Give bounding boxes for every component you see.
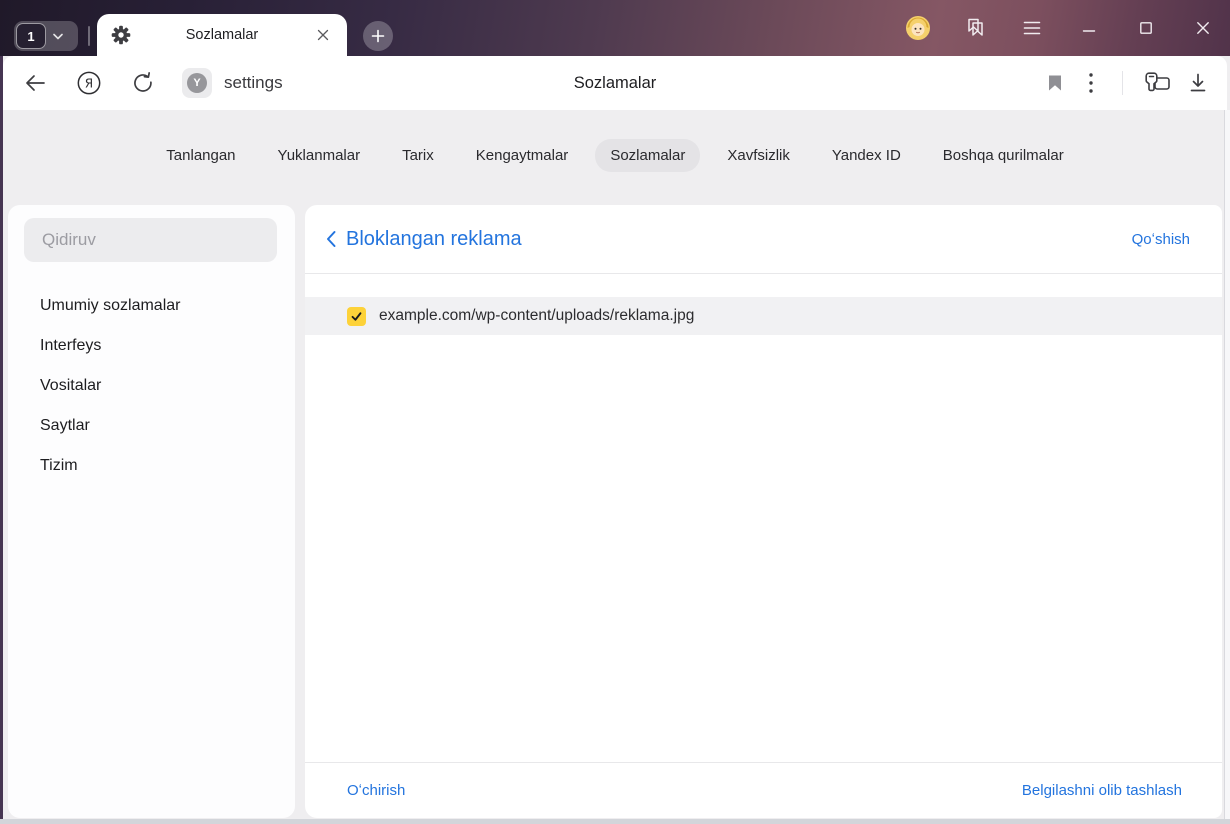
sidebar-item-tizim[interactable]: Tizim [8,446,295,486]
arrow-left-icon [26,75,45,91]
nav-tab-yandex-id[interactable]: Yandex ID [817,139,916,172]
content-header: Bloklangan reklama Qoʻshish [305,205,1222,273]
back-button[interactable] [22,70,48,96]
tab-count-badge: 1 [16,23,46,49]
blocked-ad-url: example.com/wp-content/uploads/reklama.j… [379,307,695,324]
maximize-button[interactable] [1133,15,1159,41]
toolbar-divider [1122,71,1123,95]
extensions-button[interactable] [1141,70,1175,96]
browser-tab-settings[interactable]: Sozlamalar [97,14,347,56]
collections-icon [968,18,983,36]
window-bottom-border [0,819,1230,824]
tab-close-button[interactable] [313,25,333,45]
nav-tab-boshqa-qurilmalar[interactable]: Boshqa qurilmalar [928,139,1079,172]
sidebar: Umumiy sozlamalar Interfeys Vositalar Sa… [8,205,295,818]
avatar[interactable] [905,15,931,41]
titlebar: 1 Sozlamalar [0,0,1230,56]
hamburger-icon [1023,21,1041,35]
extensions-icon [1145,72,1170,92]
nav-tab-yuklanmalar[interactable]: Yuklanmalar [263,139,376,172]
settings-nav: Tanlangan Yuklanmalar Tarix Kengaytmalar… [0,139,1230,172]
bookmark-icon [1049,75,1061,91]
close-icon [317,29,329,41]
site-favicon: Y [182,68,212,98]
yandex-logo-icon: Я [77,71,101,95]
header-divider [305,273,1222,274]
close-icon [1197,22,1209,34]
clear-selection-link[interactable]: Belgilashni olib tashlash [1022,782,1182,799]
refresh-icon [134,72,152,92]
sidebar-item-interfeys[interactable]: Interfeys [8,326,295,366]
collections-button[interactable] [962,15,988,41]
minimize-button[interactable] [1076,15,1102,41]
sidebar-item-vositalar[interactable]: Vositalar [8,366,295,406]
tab-title: Sozlamalar [185,27,259,43]
menu-button[interactable] [1019,15,1045,41]
window-left-border [0,56,3,820]
minimize-icon [1082,30,1096,32]
download-icon [1190,73,1206,92]
bookmark-button[interactable] [1042,70,1068,96]
row-checkbox[interactable] [347,306,366,326]
close-window-button[interactable] [1190,15,1216,41]
gear-icon [111,25,131,45]
blocked-ad-row[interactable]: example.com/wp-content/uploads/reklama.j… [305,297,1222,335]
titlebar-divider [88,26,90,46]
kebab-icon [1089,73,1093,93]
plus-icon [371,29,385,43]
chevron-left-icon [327,231,336,247]
window-right-border [1224,110,1230,820]
toolbar: Я Y settings Sozlamalar [3,56,1227,110]
svg-text:Я: Я [85,77,93,91]
page-title: Sozlamalar [573,73,657,92]
refresh-button[interactable] [130,70,156,96]
downloads-button[interactable] [1185,70,1211,96]
content-footer: Oʻchirish Belgilashni olib tashlash [305,762,1222,818]
address-text[interactable]: settings [224,73,283,93]
nav-tab-xavfsizlik[interactable]: Xavfsizlik [712,139,805,172]
yandex-home-button[interactable]: Я [76,70,102,96]
sidebar-item-umumiy-sozlamalar[interactable]: Umumiy sozlamalar [8,286,295,326]
add-link[interactable]: Qoʻshish [1132,231,1190,248]
delete-link[interactable]: Oʻchirish [347,782,405,799]
more-button[interactable] [1078,70,1104,96]
nav-tab-tanlangan[interactable]: Tanlangan [151,139,250,172]
section-heading: Bloklangan reklama [346,227,522,250]
content-panel: Bloklangan reklama Qoʻshish example.com/… [305,205,1222,818]
titlebar-controls [905,0,1216,56]
nav-tab-kengaytmalar[interactable]: Kengaytmalar [461,139,584,172]
search-input[interactable] [24,218,277,262]
chevron-down-icon [53,33,63,39]
check-icon [351,311,362,321]
blocked-ads-back-button[interactable]: Bloklangan reklama [325,228,522,251]
maximize-icon [1140,22,1152,34]
nav-tab-tarix[interactable]: Tarix [387,139,449,172]
browser-window: 1 Sozlamalar Я Y settings Sozlamalar Tan… [0,0,1230,824]
site-favicon-letter: Y [187,73,207,93]
sidebar-item-saytlar[interactable]: Saytlar [8,406,295,446]
new-tab-button[interactable] [363,21,393,51]
tab-group-counter[interactable]: 1 [14,21,78,51]
nav-tab-sozlamalar[interactable]: Sozlamalar [595,139,701,172]
